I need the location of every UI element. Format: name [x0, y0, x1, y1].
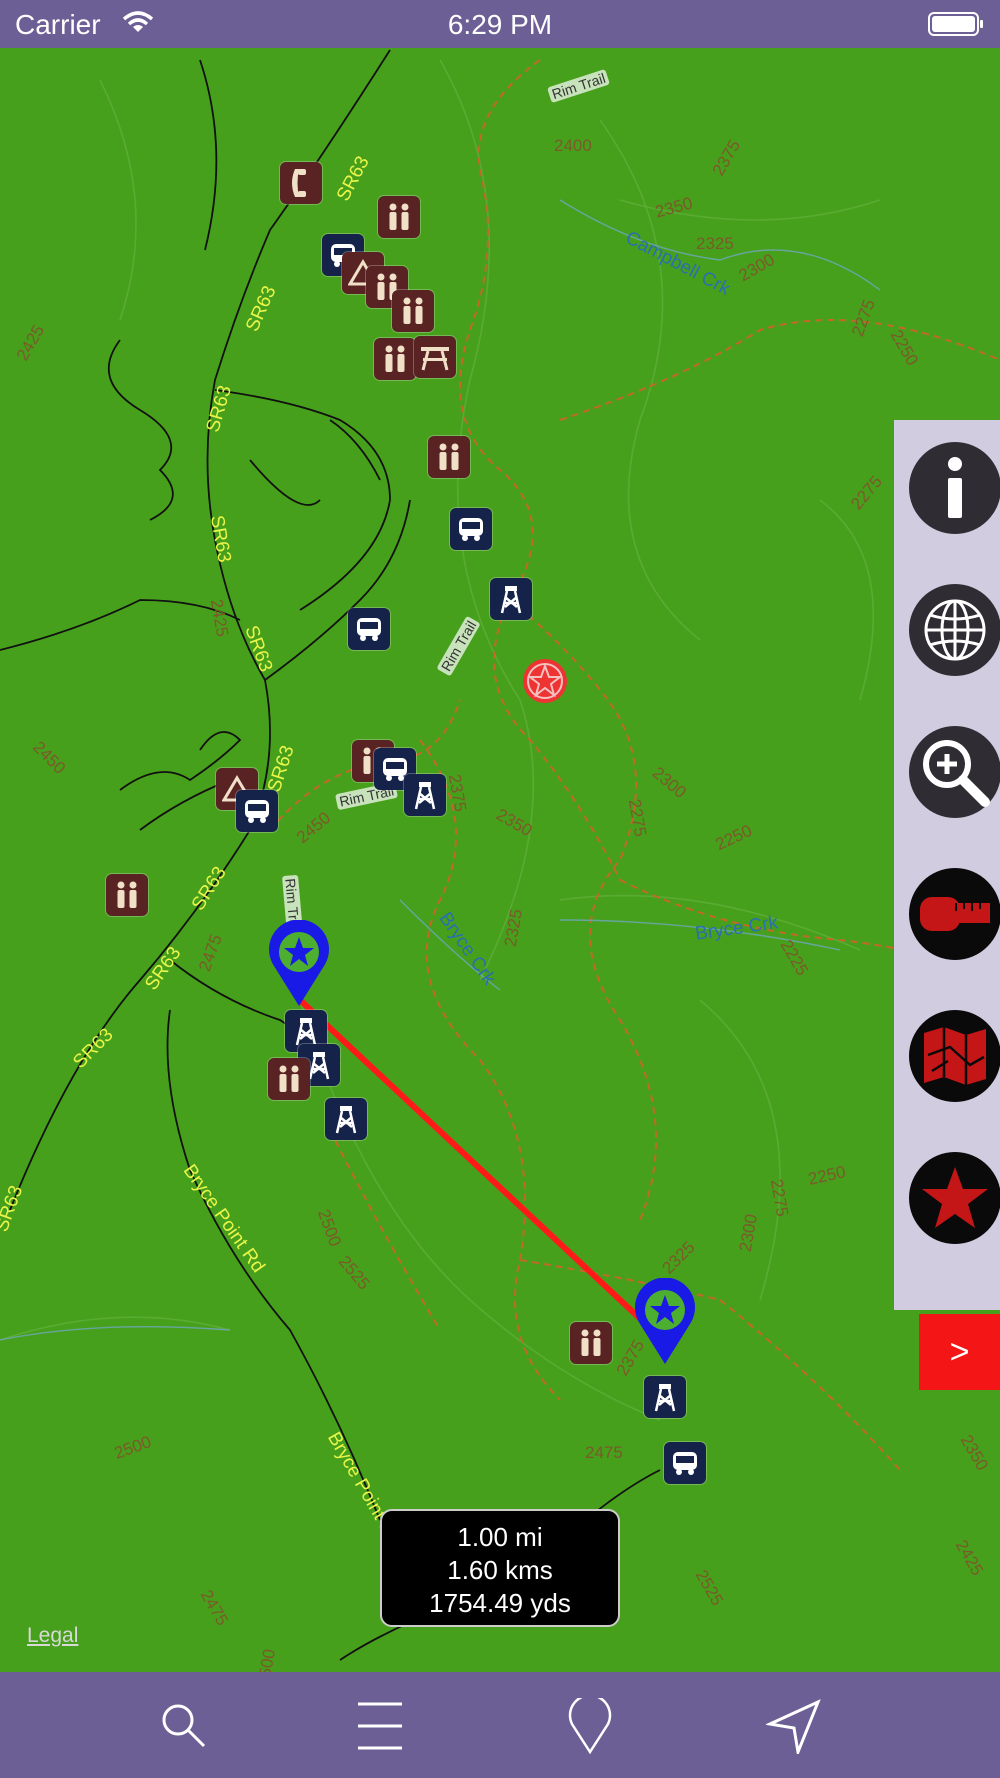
distance-readout: 1.00 mi 1.60 kms 1754.49 yds	[380, 1509, 620, 1627]
favorites-button[interactable]	[909, 1152, 1000, 1244]
battery-icon	[928, 12, 983, 36]
clock: 6:29 PM	[447, 9, 553, 40]
tower-icon[interactable]	[644, 1376, 686, 1418]
tower-icon[interactable]	[404, 774, 446, 816]
search-icon[interactable]	[156, 1698, 212, 1754]
telephone-icon[interactable]	[280, 162, 322, 204]
picnic-table-icon[interactable]	[414, 336, 456, 378]
map-base-layer	[0, 49, 1000, 1661]
tower-icon[interactable]	[490, 578, 532, 620]
measure-end-pin[interactable]	[630, 1278, 700, 1368]
measure-start-pin[interactable]	[264, 920, 334, 1010]
restroom-icon[interactable]	[570, 1322, 612, 1364]
maps-button[interactable]	[909, 1010, 1000, 1102]
map-tools-panel	[894, 420, 1000, 1310]
zoom-button[interactable]	[909, 726, 1000, 818]
restroom-icon[interactable]	[378, 196, 420, 238]
restroom-icon[interactable]	[392, 290, 434, 332]
distance-miles: 1.00 mi	[457, 1522, 543, 1552]
contour-label: 2325	[696, 234, 734, 253]
map-view[interactable]: SR63 SR63 SR63 SR63 SR63 SR63 SR63 SR63 …	[0, 48, 1000, 1672]
navigate-icon[interactable]	[766, 1698, 822, 1754]
measure-tape-icon	[920, 897, 990, 931]
bottom-tab-bar	[0, 1672, 1000, 1778]
legal-link[interactable]: Legal	[27, 1624, 78, 1648]
location-pin-icon[interactable]	[562, 1698, 618, 1754]
globe-icon	[924, 599, 986, 661]
map-icon	[924, 1027, 986, 1085]
tower-icon[interactable]	[325, 1098, 367, 1140]
restroom-icon[interactable]	[268, 1058, 310, 1100]
favorites-star-icon	[922, 1167, 988, 1228]
info-icon	[948, 457, 962, 518]
distance-kms: 1.60 kms	[447, 1555, 553, 1585]
bus-icon[interactable]	[236, 790, 278, 832]
restroom-icon[interactable]	[374, 338, 416, 380]
info-button[interactable]	[909, 442, 1000, 534]
status-bar: Carrier 6:29 PM	[0, 0, 1000, 48]
contour-label: 2400	[554, 136, 592, 155]
distance-yards: 1754.49 yds	[429, 1588, 571, 1618]
restroom-icon[interactable]	[106, 874, 148, 916]
contour-label: 2475	[585, 1443, 623, 1462]
bus-icon[interactable]	[348, 608, 390, 650]
zoom-in-icon	[923, 740, 990, 807]
menu-icon[interactable]	[352, 1698, 408, 1754]
bus-icon[interactable]	[450, 508, 492, 550]
restroom-icon[interactable]	[428, 436, 470, 478]
star-icon[interactable]	[522, 658, 568, 704]
measure-button[interactable]	[909, 868, 1000, 960]
bus-icon[interactable]	[664, 1442, 706, 1484]
expand-panel-button[interactable]: >	[919, 1314, 1000, 1390]
map-layers-button[interactable]	[909, 584, 1000, 676]
